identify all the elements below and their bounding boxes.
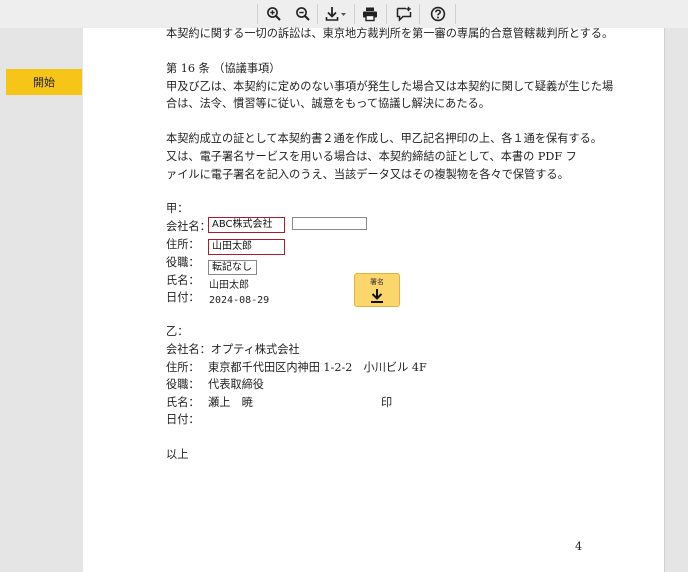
print-button[interactable] bbox=[358, 3, 382, 25]
zoom-in-button[interactable] bbox=[262, 3, 286, 25]
help-button[interactable] bbox=[426, 3, 450, 25]
article-line: 甲及び乙は、本契約に定めのない事項が発生した場合又は本契約に関して疑義が生じた場 bbox=[166, 80, 614, 93]
seal-mark: 印 bbox=[381, 396, 393, 409]
party-a-name-value: 山田太郎 bbox=[209, 280, 249, 291]
proof-line: ァイルに電子署名を記入のうえ、当該データ又はその複製物を各々で保管する。 bbox=[166, 168, 569, 181]
start-button[interactable]: 開始 bbox=[6, 69, 82, 95]
zoom-in-icon bbox=[267, 7, 281, 21]
party-b-company: 会社名：オプティ株式会社 bbox=[166, 343, 300, 356]
toolbar-separator bbox=[419, 4, 420, 24]
vertical-scrollbar[interactable] bbox=[664, 28, 688, 572]
court-clause: 本契約に関する一切の訴訟は、東京地方裁判所を第一審の専属的合意管轄裁判所とする。 bbox=[166, 27, 614, 40]
party-b-title-label: 役職： bbox=[166, 378, 200, 391]
page-number: 4 bbox=[575, 540, 583, 553]
party-a-date-label: 日付： bbox=[166, 291, 200, 304]
party-b-address-value: 東京都千代田区内神田 1-2-2 小川ビル 4F bbox=[208, 361, 427, 374]
left-sidebar bbox=[0, 28, 82, 572]
zoom-out-icon bbox=[296, 7, 310, 21]
add-comment-button[interactable] bbox=[392, 3, 416, 25]
closing-text: 以上 bbox=[166, 448, 189, 461]
party-a-heading: 甲： bbox=[166, 202, 189, 215]
article-heading: 第 16 条 （協議事項） bbox=[166, 62, 281, 75]
download-menu-button[interactable] bbox=[322, 3, 350, 25]
download-arrow-icon bbox=[371, 289, 383, 303]
viewer-toolbar bbox=[0, 0, 688, 29]
proof-line: 本契約成立の証として本契約書２通を作成し、甲乙記名押印の上、各１通を保有する。 bbox=[166, 132, 602, 145]
toolbar-separator bbox=[386, 4, 387, 24]
help-icon bbox=[430, 6, 446, 22]
proof-line: 又は、電子署名サービスを用いる場合は、本契約締結の証として、本書の PDF フ bbox=[166, 150, 577, 163]
party-a-title-label: 役職： bbox=[166, 256, 200, 269]
company-name-field[interactable]: ABC株式会社 bbox=[208, 217, 285, 233]
party-b-heading: 乙： bbox=[166, 325, 189, 338]
comment-icon bbox=[396, 6, 412, 22]
signature-button[interactable]: 署名 bbox=[354, 273, 400, 307]
party-a-address-label: 住所： bbox=[166, 238, 200, 251]
empty-text-field[interactable] bbox=[292, 217, 367, 230]
toolbar-separator bbox=[257, 4, 258, 24]
party-b-date-label: 日付： bbox=[166, 413, 200, 426]
party-a-company-label: 会社名： bbox=[166, 220, 211, 233]
download-icon bbox=[325, 7, 346, 21]
toolbar-separator bbox=[354, 4, 355, 24]
party-b-address-label: 住所： bbox=[166, 361, 200, 374]
print-icon bbox=[363, 7, 377, 22]
address-field[interactable]: 山田太郎 bbox=[208, 239, 285, 255]
party-a-date-value: 2024-08-29 bbox=[209, 295, 270, 306]
party-b-name-value: 瀬上 暁 bbox=[208, 396, 253, 409]
zoom-out-button[interactable] bbox=[291, 3, 315, 25]
article-line: 合は、法令、慣習等に従い、誠意をもって協議し解決にあたる。 bbox=[166, 97, 490, 110]
party-a-name-label: 氏名： bbox=[166, 274, 200, 287]
title-field[interactable]: 転記なし bbox=[208, 260, 257, 275]
party-b-name-label: 氏名： bbox=[166, 396, 200, 409]
toolbar-separator bbox=[455, 4, 456, 24]
party-b-title-value: 代表取締役 bbox=[208, 378, 264, 391]
signature-label: 署名 bbox=[370, 278, 384, 286]
toolbar-separator bbox=[317, 4, 318, 24]
